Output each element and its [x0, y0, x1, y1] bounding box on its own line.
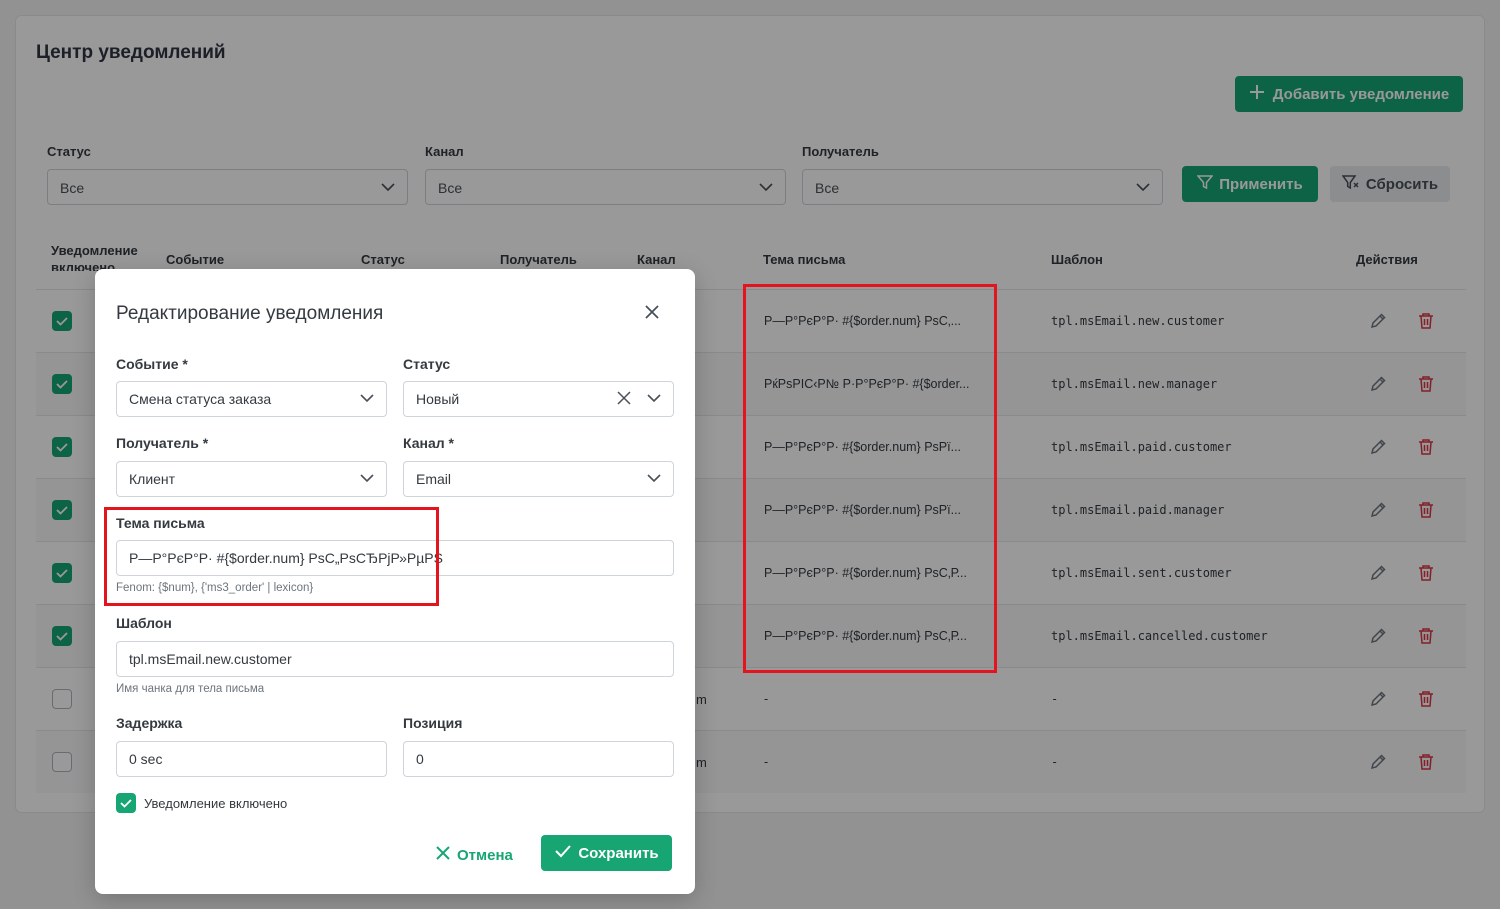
- status-value: Новый: [416, 391, 460, 407]
- check-icon: [554, 843, 572, 863]
- save-label: Сохранить: [578, 844, 659, 862]
- template-label: Шаблон: [116, 615, 172, 631]
- recipient-select[interactable]: Клиент: [116, 461, 387, 497]
- position-input[interactable]: 0: [403, 741, 674, 777]
- close-icon: [435, 845, 451, 865]
- enabled-checkbox[interactable]: [116, 793, 136, 813]
- delay-input[interactable]: 0 sec: [116, 741, 387, 777]
- recipient-label: Получатель *: [116, 435, 209, 451]
- chevron-down-icon: [647, 391, 661, 408]
- channel-select[interactable]: Email: [403, 461, 674, 497]
- chevron-down-icon: [647, 471, 661, 488]
- channel-value: Email: [416, 471, 452, 487]
- position-value: 0: [416, 751, 424, 767]
- modal-title: Редактирование уведомления: [116, 303, 384, 324]
- template-value: tpl.msEmail.new.customer: [129, 651, 292, 667]
- save-button[interactable]: Сохранить: [541, 835, 672, 871]
- delay-label: Задержка: [116, 715, 183, 731]
- recipient-value: Клиент: [129, 471, 176, 487]
- position-label: Позиция: [403, 715, 463, 731]
- highlight-subject-column: [743, 284, 997, 673]
- event-select[interactable]: Смена статуса заказа: [116, 381, 387, 417]
- template-input[interactable]: tpl.msEmail.new.customer: [116, 641, 674, 677]
- event-value: Смена статуса заказа: [129, 391, 272, 407]
- cancel-button[interactable]: Отмена: [435, 837, 517, 873]
- status-select[interactable]: Новый: [403, 381, 674, 417]
- status-label: Статус: [403, 356, 451, 372]
- delay-value: 0 sec: [129, 751, 163, 767]
- event-label: Событие *: [116, 356, 188, 372]
- template-hint: Имя чанка для тела письма: [116, 683, 265, 695]
- enabled-label[interactable]: Уведомление включено: [144, 796, 287, 811]
- cancel-label: Отмена: [457, 846, 513, 864]
- channel-label: Канал *: [403, 435, 454, 451]
- chevron-down-icon: [360, 391, 374, 408]
- chevron-down-icon: [360, 471, 374, 488]
- close-icon[interactable]: [643, 303, 661, 326]
- highlight-subject-field: [104, 507, 439, 606]
- clear-icon[interactable]: [617, 391, 631, 408]
